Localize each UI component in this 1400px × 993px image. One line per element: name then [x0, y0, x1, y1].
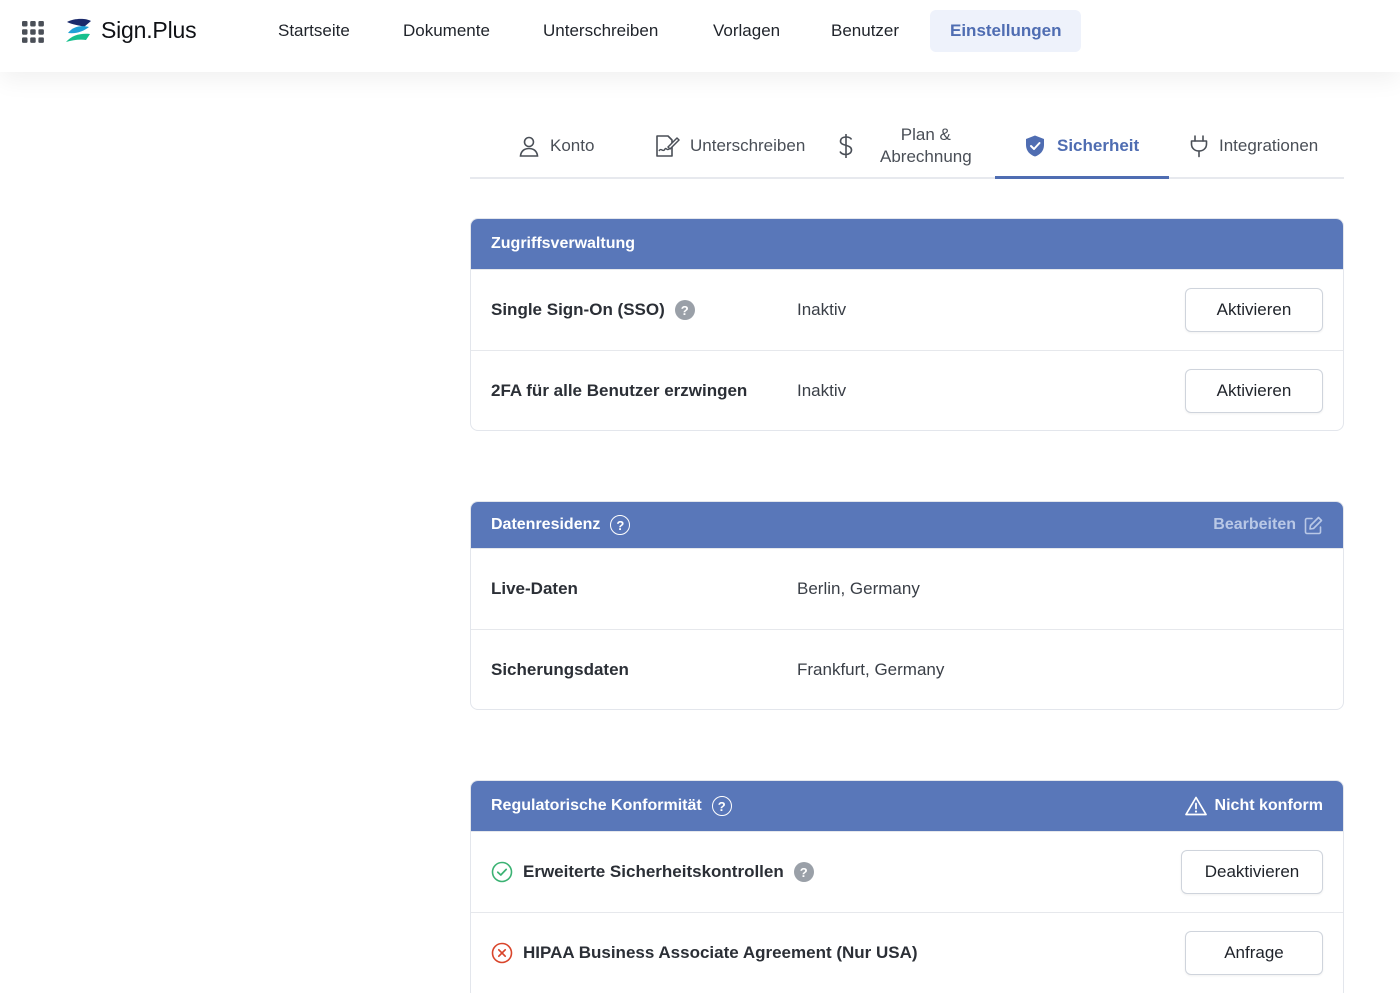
tab-label: Unterschreiben	[690, 135, 806, 155]
regulatory-compliance-card: Regulatorische Konformität ? Nicht konfo…	[470, 780, 1344, 993]
brand-name: Sign.Plus	[101, 17, 197, 43]
card-title: Zugriffsverwaltung	[491, 235, 636, 252]
warning-icon	[1184, 796, 1207, 816]
app-grid-icon[interactable]	[22, 21, 44, 43]
tab-unterschreiben[interactable]: Unterschreiben	[654, 112, 805, 179]
row-value: Berlin, Germany	[797, 579, 920, 598]
settings-row-live-data: Live-Daten Berlin, Germany	[471, 548, 1343, 629]
help-icon[interactable]: ?	[610, 515, 631, 535]
top-navigation: Sign.Plus Startseite Dokumente Unterschr…	[0, 0, 1400, 72]
nav-einstellungen[interactable]: Einstellungen	[930, 10, 1082, 52]
row-label: Single Sign-On (SSO) ?	[491, 300, 695, 320]
settings-row-advanced-security: Erweiterte Sicherheitskontrollen ? Deakt…	[471, 831, 1343, 912]
row-label: Live-Daten	[491, 579, 578, 598]
nav-unterschreiben[interactable]: Unterschreiben	[523, 10, 678, 52]
brand-logo[interactable]: Sign.Plus	[64, 16, 197, 45]
sign-plus-logo-icon	[66, 18, 91, 42]
nav-vorlagen[interactable]: Vorlagen	[693, 10, 800, 52]
nav-dokumente[interactable]: Dokumente	[383, 10, 510, 52]
tab-label: Plan & Abrechnung	[880, 124, 972, 166]
tab-label: Konto	[550, 135, 595, 155]
help-icon[interactable]: ?	[711, 796, 732, 816]
settings-tabs: Konto Unterschreiben Plan & Abrechnung S…	[470, 112, 1344, 179]
settings-row-backup-data: Sicherungsdaten Frankfurt, Germany	[471, 629, 1343, 709]
compliance-status: Nicht konform	[1184, 796, 1323, 816]
card-header: Regulatorische Konformität ? Nicht konfo…	[471, 781, 1343, 831]
settings-row-2fa: 2FA für alle Benutzer erzwingen Inaktiv …	[471, 350, 1343, 430]
compliance-status-label: Nicht konform	[1214, 797, 1323, 814]
row-label: Erweiterte Sicherheitskontrollen ?	[491, 861, 814, 883]
row-value: Inaktiv	[797, 300, 847, 319]
row-value: Frankfurt, Germany	[797, 660, 945, 679]
nav-benutzer[interactable]: Benutzer	[811, 10, 919, 52]
access-management-card: Zugriffsverwaltung Single Sign-On (SSO) …	[470, 218, 1344, 431]
card-title: Regulatorische Konformität ?	[491, 796, 732, 816]
deactivate-advanced-security-button[interactable]: Deaktivieren	[1181, 850, 1323, 894]
help-icon[interactable]: ?	[674, 300, 695, 320]
activate-2fa-button[interactable]: Aktivieren	[1185, 369, 1323, 413]
tab-integrationen[interactable]: Integrationen	[1189, 112, 1318, 179]
card-header: Datenresidenz ? Bearbeiten	[471, 502, 1343, 548]
tab-plan-abrechnung[interactable]: Plan & Abrechnung	[836, 112, 972, 179]
x-circle-icon	[491, 942, 513, 964]
sign-document-icon	[656, 134, 680, 157]
request-hipaa-button[interactable]: Anfrage	[1185, 931, 1323, 975]
card-header: Zugriffsverwaltung	[471, 219, 1343, 269]
tab-label: Sicherheit	[1057, 135, 1140, 155]
check-circle-icon	[491, 861, 513, 883]
settings-row-hipaa: HIPAA Business Associate Agreement (Nur …	[471, 912, 1343, 993]
active-tab-indicator	[995, 176, 1169, 179]
row-value: Inaktiv	[797, 381, 847, 400]
row-label: HIPAA Business Associate Agreement (Nur …	[491, 942, 918, 964]
user-icon	[519, 136, 539, 157]
edit-icon	[1304, 516, 1323, 534]
shield-check-icon	[1026, 135, 1044, 156]
nav-startseite[interactable]: Startseite	[258, 10, 370, 52]
data-residency-card: Datenresidenz ? Bearbeiten Live-Daten Be…	[470, 501, 1344, 710]
plug-icon	[1190, 134, 1208, 157]
tab-label: Integrationen	[1219, 135, 1319, 155]
tab-sicherheit[interactable]: Sicherheit	[1023, 112, 1139, 179]
tab-konto[interactable]: Konto	[518, 112, 594, 179]
row-label: 2FA für alle Benutzer erzwingen	[491, 381, 748, 400]
activate-sso-button[interactable]: Aktivieren	[1185, 288, 1323, 332]
settings-row-sso: Single Sign-On (SSO) ? Inaktiv Aktiviere…	[471, 269, 1343, 350]
help-icon[interactable]: ?	[793, 862, 814, 882]
edit-residency-button[interactable]: Bearbeiten	[1213, 516, 1323, 535]
row-label: Sicherungsdaten	[491, 660, 629, 679]
card-title: Datenresidenz ?	[491, 515, 631, 535]
dollar-icon	[839, 133, 853, 158]
